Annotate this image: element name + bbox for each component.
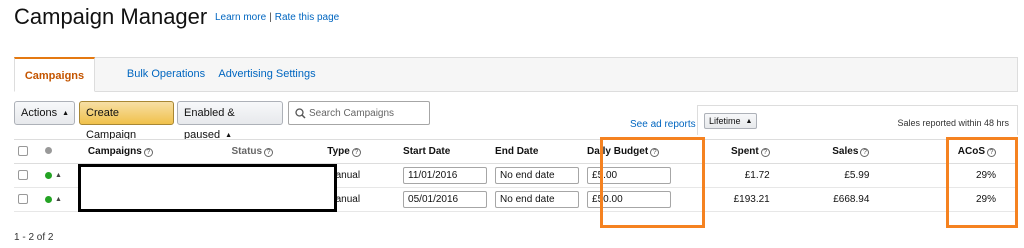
tab-campaigns[interactable]: Campaigns — [14, 57, 95, 92]
link-separator: | — [269, 12, 272, 23]
header-sales[interactable]: Sales? — [773, 139, 874, 164]
header-sales-label: Sales — [832, 146, 859, 157]
end-date-cell — [491, 163, 584, 188]
header-type-label: Type — [327, 146, 350, 157]
updown-icon: ▲︎ — [225, 132, 233, 139]
enabled-status-icon — [44, 171, 52, 179]
learn-more-link[interactable]: Learn more — [215, 12, 266, 23]
status-dot-header — [40, 139, 68, 164]
help-icon[interactable]: ? — [143, 148, 153, 157]
row-select-cell — [14, 187, 41, 212]
tab-bar: Campaigns Bulk Operations Advertising Se… — [14, 57, 1018, 92]
sales-cell: £5.99 — [773, 163, 874, 188]
status-filter-dropdown[interactable]: Enabled & paused ▲︎ — [177, 101, 283, 141]
help-icon[interactable]: ? — [264, 148, 274, 157]
select-all-cell — [14, 139, 41, 164]
enabled-status-icon — [44, 195, 52, 203]
row-status-cell[interactable]: ▲︎ — [40, 187, 68, 212]
updown-icon: ▲︎ — [54, 171, 62, 179]
actions-dropdown[interactable]: Actions ▲︎ — [14, 101, 75, 125]
help-icon[interactable]: ? — [351, 148, 361, 157]
redaction-box — [78, 164, 337, 212]
rate-page-link[interactable]: Rate this page — [275, 12, 340, 23]
start-date-field[interactable] — [403, 167, 488, 184]
sales-reported-note: Sales reported within 48 hrs — [897, 118, 1009, 128]
row-select-cell — [14, 163, 41, 188]
updown-icon: ▲︎ — [62, 110, 70, 117]
help-icon[interactable]: ? — [860, 148, 870, 157]
daily-budget-highlight — [600, 137, 705, 228]
row-checkbox[interactable] — [18, 170, 28, 181]
table-header-row: Campaigns? Status? Type? Start Date End … — [14, 139, 1018, 164]
start-date-cell — [399, 187, 492, 212]
search-box[interactable] — [288, 101, 430, 125]
row-status-cell[interactable]: ▲︎ — [40, 163, 68, 188]
search-icon — [295, 108, 306, 119]
header-status[interactable]: Status? — [227, 139, 324, 164]
lifetime-label: Lifetime — [709, 116, 741, 126]
header-type[interactable]: Type? — [323, 139, 400, 164]
header-status-label: Status — [231, 146, 263, 157]
help-links: Learn more | Rate this page — [215, 12, 339, 23]
header-spent-label: Spent — [730, 146, 759, 157]
updown-icon: ▲︎ — [745, 118, 753, 125]
end-date-cell — [491, 187, 584, 212]
header-campaigns-label: Campaigns — [87, 146, 142, 157]
header-start-date[interactable]: Start Date — [399, 139, 492, 164]
acos-highlight — [946, 137, 1018, 228]
see-ad-reports-link[interactable]: See ad reports — [630, 119, 696, 130]
lifetime-dropdown[interactable]: Lifetime ▲︎ — [704, 113, 758, 129]
row-checkbox[interactable] — [18, 194, 28, 205]
actions-label: Actions — [21, 107, 58, 119]
status-dot-icon — [44, 147, 52, 154]
end-date-field[interactable] — [495, 191, 580, 208]
select-all-checkbox[interactable] — [18, 146, 28, 157]
create-campaign-button[interactable]: Create Campaign — [79, 101, 174, 141]
date-range-panel: Lifetime ▲︎ Sales reported within 48 hrs — [697, 105, 1018, 135]
end-date-field[interactable] — [495, 167, 580, 184]
help-icon[interactable]: ? — [760, 148, 770, 157]
start-date-field[interactable] — [403, 191, 488, 208]
tab-advertising-settings[interactable]: Advertising Settings — [205, 57, 329, 92]
updown-icon: ▲︎ — [54, 195, 62, 203]
sales-cell: £668.94 — [773, 187, 874, 212]
search-input[interactable] — [309, 104, 427, 122]
start-date-cell — [399, 163, 492, 188]
page-title: Campaign Manager — [14, 4, 208, 29]
header-end-date[interactable]: End Date — [491, 139, 584, 164]
pagination-summary: 1 - 2 of 2 — [14, 232, 54, 243]
header-campaigns[interactable]: Campaigns? — [67, 139, 228, 164]
